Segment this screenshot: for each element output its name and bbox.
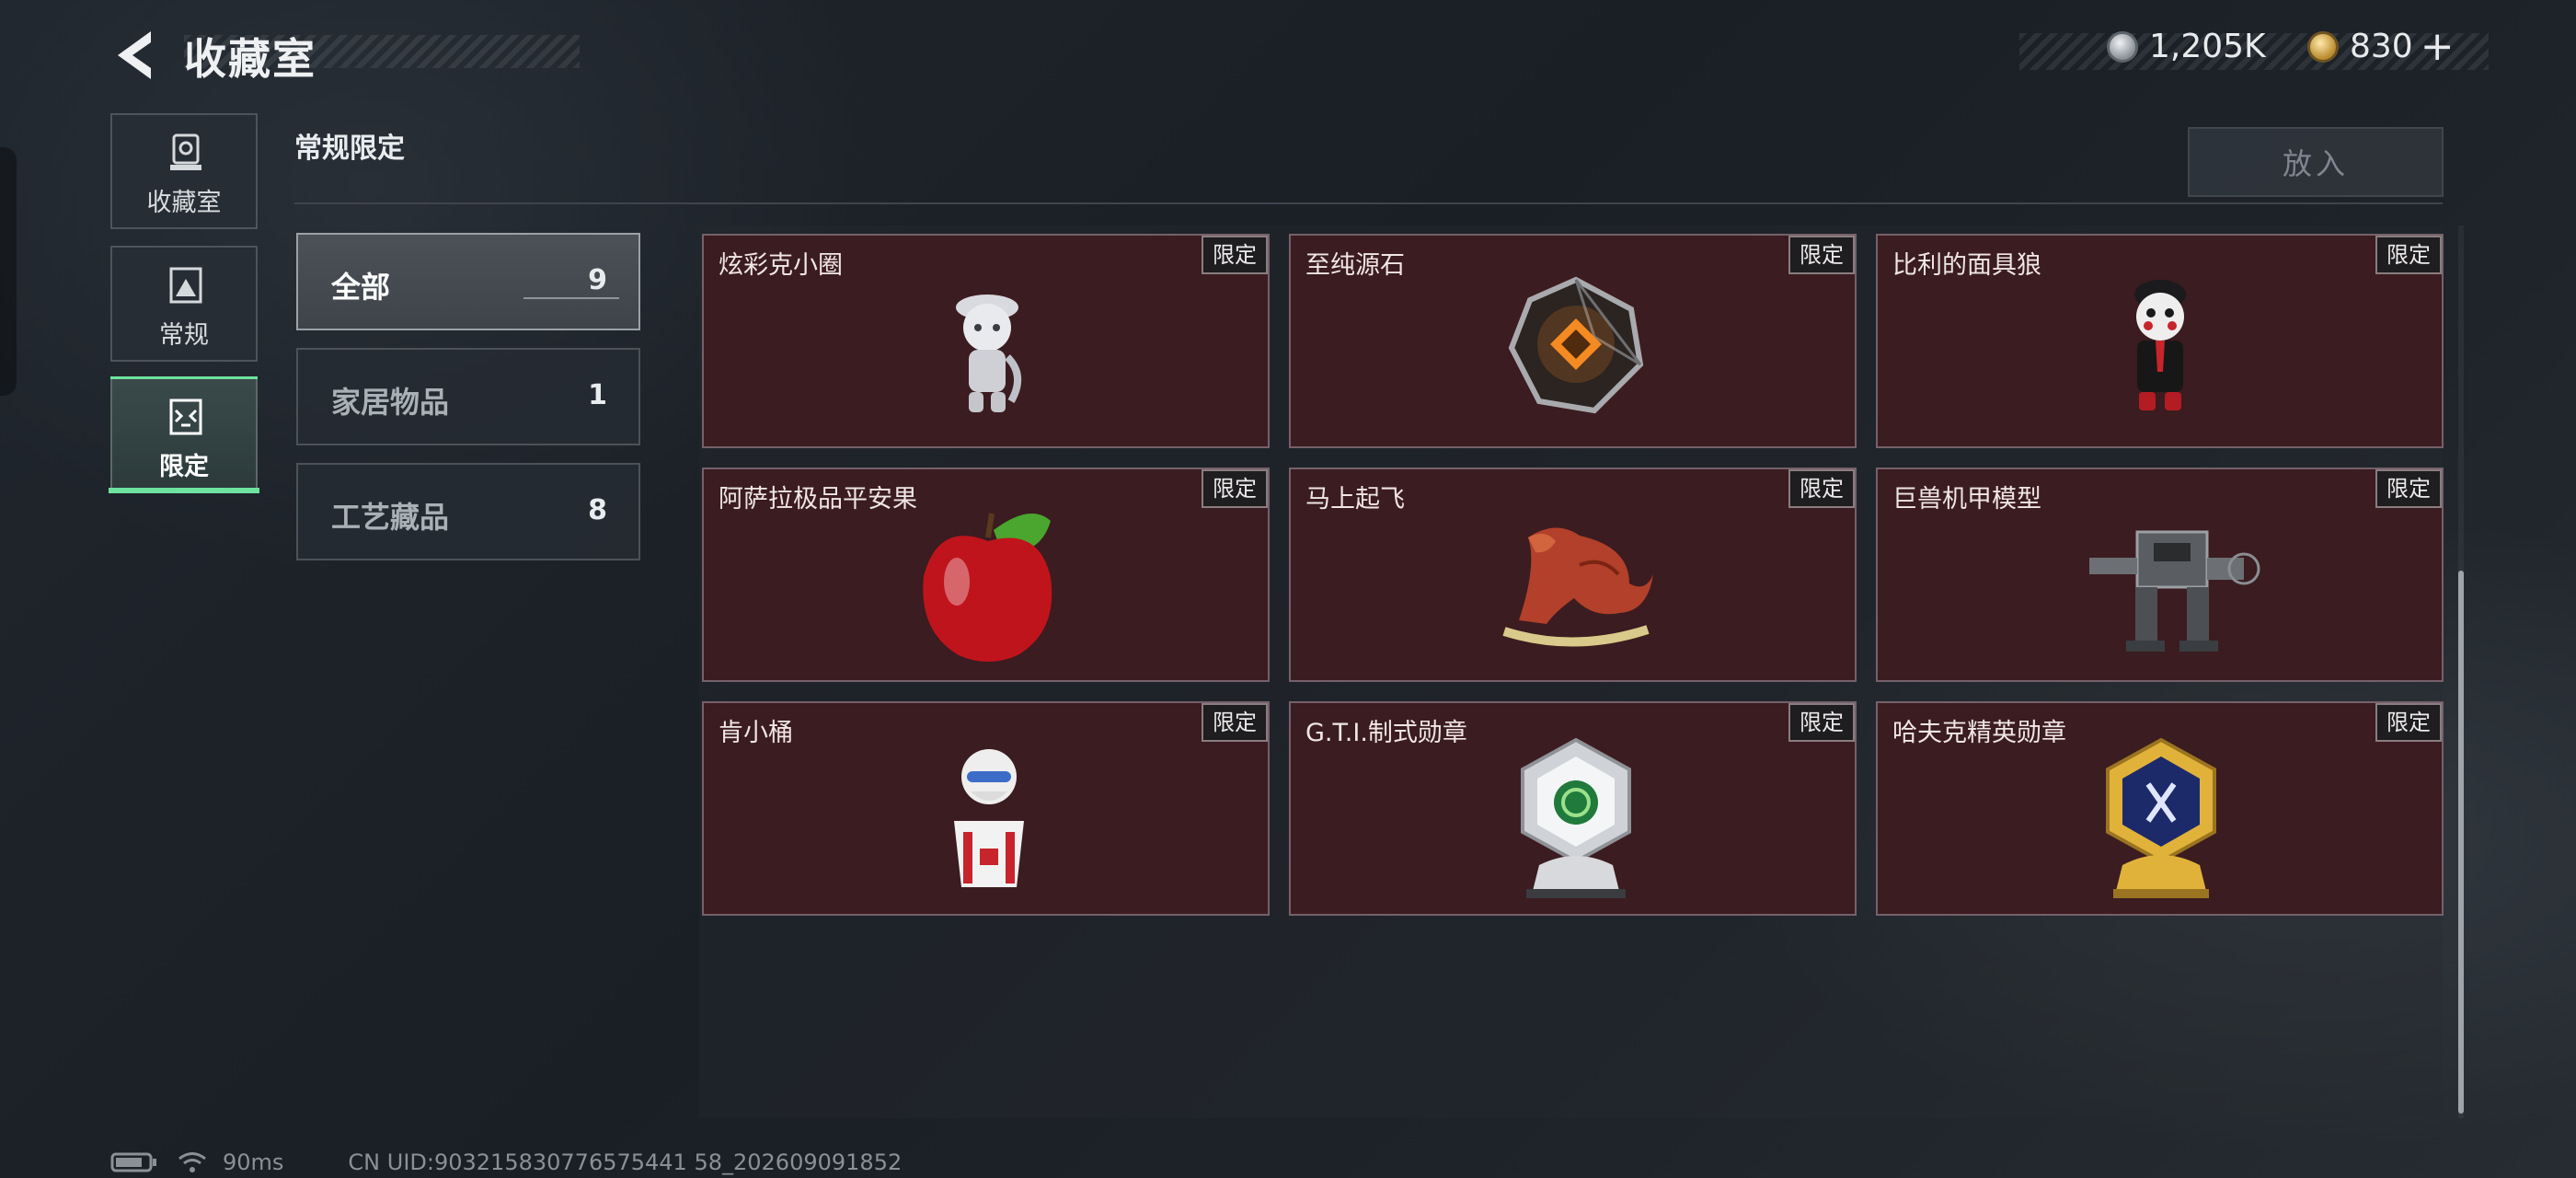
crystal-stone-icon	[1508, 276, 1644, 414]
chevron-left-icon	[118, 31, 151, 79]
put-in-button[interactable]: 放入	[2188, 127, 2444, 197]
item-name: 炫彩克小圈	[719, 251, 843, 280]
mech-model-icon	[2089, 530, 2260, 652]
category-name: 工艺藏品	[331, 500, 450, 535]
category-count: 9	[588, 264, 607, 296]
horse-sculpture-icon	[1502, 527, 1653, 647]
add-currency-button[interactable]: +	[2421, 26, 2455, 66]
category-all[interactable]: 全部 9	[296, 233, 640, 330]
limited-badge: 限定	[1202, 703, 1268, 742]
image-frame-icon	[169, 267, 202, 304]
silver-currency: 1,205K	[2107, 28, 2266, 65]
active-tab-topline	[110, 376, 258, 379]
item-name: 巨兽机甲模型	[1892, 485, 2041, 514]
category-name: 全部	[331, 270, 391, 305]
divider	[294, 202, 2443, 204]
category-crafts[interactable]: 工艺藏品 8	[296, 463, 640, 560]
item-card[interactable]: 肯小桶 限定	[702, 701, 1270, 916]
item-name: 至纯源石	[1305, 251, 1405, 280]
limited-badge: 限定	[1202, 236, 1268, 274]
status-bar: 90ms CN UID:903215830776575441 58_202609…	[110, 1149, 902, 1176]
item-name: 哈夫克精英勋章	[1892, 719, 2066, 747]
sidebar-item-label: 限定	[159, 453, 209, 481]
trophy-case-icon	[170, 133, 201, 170]
ping-text: 90ms	[223, 1149, 284, 1175]
sidebar-item-limited[interactable]: 限定	[110, 377, 258, 493]
item-card[interactable]: 马上起飞 限定	[1289, 468, 1857, 682]
sidebar-item-regular[interactable]: 常规	[110, 246, 258, 362]
limited-badge: 限定	[2375, 703, 2442, 742]
wifi-icon	[178, 1152, 206, 1172]
gold-medal-icon	[2106, 737, 2216, 898]
sidebar-item-label: 收藏室	[146, 189, 222, 217]
sidebar-item-label: 常规	[159, 321, 209, 350]
limited-badge: 限定	[1788, 469, 1855, 508]
edge-handle[interactable]	[0, 147, 17, 396]
item-name: 肯小桶	[719, 719, 793, 747]
limited-badge: 限定	[2375, 236, 2442, 274]
limited-badge: 限定	[1788, 236, 1855, 274]
item-card[interactable]: 炫彩克小圈 限定	[702, 234, 1270, 448]
sidebar-item-collection-room[interactable]: 收藏室	[110, 113, 258, 229]
item-name: 马上起飞	[1305, 485, 1405, 514]
page-title: 收藏室	[184, 34, 316, 84]
item-card[interactable]: G.T.I.制式勋章 限定	[1289, 701, 1857, 916]
section-title: 常规限定	[294, 133, 405, 165]
item-name: G.T.I.制式勋章	[1305, 719, 1467, 747]
apple-icon	[923, 513, 1052, 662]
chicken-bucket-figure-icon	[954, 749, 1024, 887]
category-count: 1	[588, 379, 607, 411]
limited-badge: 限定	[2375, 469, 2442, 508]
category-underline	[523, 297, 619, 299]
gold-currency: 830 +	[2307, 26, 2455, 66]
item-name: 阿萨拉极品平安果	[719, 485, 917, 514]
gold-coin-icon	[2307, 30, 2339, 63]
limited-badge: 限定	[1788, 703, 1855, 742]
item-card[interactable]: 哈夫克精英勋章 限定	[1876, 701, 2444, 916]
back-button[interactable]	[109, 28, 160, 83]
puppet-doll-icon	[2134, 280, 2186, 410]
gold-amount: 830	[2350, 28, 2413, 65]
uid-text: CN UID:903215830776575441 58_20260909185…	[348, 1149, 903, 1175]
category-name: 家居物品	[331, 385, 450, 420]
figurine-icon	[956, 294, 1021, 412]
item-card[interactable]: 至纯源石 限定	[1289, 234, 1857, 448]
limited-edition-icon	[169, 398, 202, 435]
category-household[interactable]: 家居物品 1	[296, 348, 640, 445]
item-card[interactable]: 比利的面具狼 限定	[1876, 234, 2444, 448]
battery-icon	[110, 1152, 156, 1172]
silver-medal-icon	[1521, 737, 1631, 898]
item-card[interactable]: 阿萨拉极品平安果 限定	[702, 468, 1270, 682]
category-count: 8	[588, 494, 607, 526]
active-tab-indicator	[109, 488, 259, 493]
scrollbar-thumb[interactable]	[2458, 571, 2464, 1114]
silver-amount: 1,205K	[2149, 28, 2266, 65]
limited-badge: 限定	[1202, 469, 1268, 508]
item-card[interactable]: 巨兽机甲模型 限定	[1876, 468, 2444, 682]
item-name: 比利的面具狼	[1892, 251, 2041, 280]
silver-coin-icon	[2107, 30, 2138, 63]
